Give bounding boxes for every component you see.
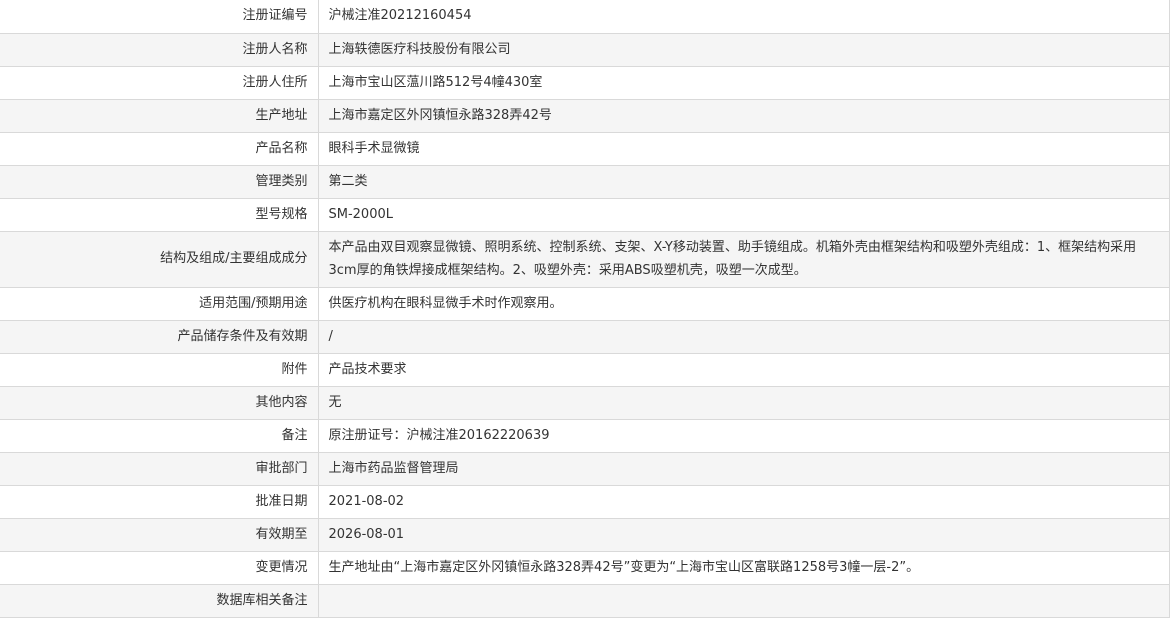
row-product-name: 产品名称 眼科手术显微镜 — [0, 132, 1170, 166]
field-value: 供医疗机构在眼科显微手术时作观察用。 — [318, 287, 1170, 321]
row-intended-use: 适用范围/预期用途 供医疗机构在眼科显微手术时作观察用。 — [0, 287, 1170, 321]
row-database-remark: 数据库相关备注 — [0, 584, 1170, 618]
field-label: 附件 — [0, 353, 319, 387]
row-registrant-address: 注册人住所 上海市宝山区蕰川路512号4幢430室 — [0, 66, 1170, 100]
field-label: 结构及组成/主要组成成分 — [0, 231, 319, 288]
field-label: 适用范围/预期用途 — [0, 287, 319, 321]
field-label: 管理类别 — [0, 165, 319, 199]
field-value: 本产品由双目观察显微镜、照明系统、控制系统、支架、X-Y移动装置、助手镜组成。机… — [318, 231, 1170, 288]
row-registrant-name: 注册人名称 上海轶德医疗科技股份有限公司 — [0, 33, 1170, 67]
field-label: 注册人名称 — [0, 33, 319, 67]
field-label: 型号规格 — [0, 198, 319, 232]
row-attachment: 附件 产品技术要求 — [0, 353, 1170, 387]
field-value — [318, 584, 1170, 618]
row-production-address: 生产地址 上海市嘉定区外冈镇恒永路328弄42号 — [0, 99, 1170, 133]
row-registration-number: 注册证编号 沪械注准20212160454 — [0, 0, 1170, 34]
row-change-history: 变更情况 生产地址由“上海市嘉定区外冈镇恒永路328弄42号”变更为“上海市宝山… — [0, 551, 1170, 585]
field-label: 其他内容 — [0, 386, 319, 420]
field-value: 上海轶德医疗科技股份有限公司 — [318, 33, 1170, 67]
row-model-spec: 型号规格 SM-2000L — [0, 198, 1170, 232]
field-value: / — [318, 320, 1170, 354]
field-value: 沪械注准20212160454 — [318, 0, 1170, 34]
field-value: 上海市嘉定区外冈镇恒永路328弄42号 — [318, 99, 1170, 133]
field-label: 产品名称 — [0, 132, 319, 166]
field-value: 原注册证号：沪械注准20162220639 — [318, 419, 1170, 453]
row-approval-department: 审批部门 上海市药品监督管理局 — [0, 452, 1170, 486]
field-value: 第二类 — [318, 165, 1170, 199]
field-label: 备注 — [0, 419, 319, 453]
field-label: 有效期至 — [0, 518, 319, 552]
field-value: 生产地址由“上海市嘉定区外冈镇恒永路328弄42号”变更为“上海市宝山区富联路1… — [318, 551, 1170, 585]
field-label: 数据库相关备注 — [0, 584, 319, 618]
field-label: 变更情况 — [0, 551, 319, 585]
field-value: 2026-08-01 — [318, 518, 1170, 552]
field-label: 审批部门 — [0, 452, 319, 486]
row-other-content: 其他内容 无 — [0, 386, 1170, 420]
field-label: 批准日期 — [0, 485, 319, 519]
field-label: 产品储存条件及有效期 — [0, 320, 319, 354]
field-value: SM-2000L — [318, 198, 1170, 232]
row-management-category: 管理类别 第二类 — [0, 165, 1170, 199]
row-approval-date: 批准日期 2021-08-02 — [0, 485, 1170, 519]
field-value: 上海市药品监督管理局 — [318, 452, 1170, 486]
field-value: 2021-08-02 — [318, 485, 1170, 519]
registration-detail-table: 注册证编号 沪械注准20212160454 注册人名称 上海轶德医疗科技股份有限… — [0, 0, 1170, 618]
field-value: 眼科手术显微镜 — [318, 132, 1170, 166]
row-valid-until: 有效期至 2026-08-01 — [0, 518, 1170, 552]
row-remark: 备注 原注册证号：沪械注准20162220639 — [0, 419, 1170, 453]
field-label: 注册人住所 — [0, 66, 319, 100]
row-storage-validity: 产品储存条件及有效期 / — [0, 320, 1170, 354]
row-structure-composition: 结构及组成/主要组成成分 本产品由双目观察显微镜、照明系统、控制系统、支架、X-… — [0, 231, 1170, 288]
field-value: 无 — [318, 386, 1170, 420]
field-label: 注册证编号 — [0, 0, 319, 34]
field-value: 产品技术要求 — [318, 353, 1170, 387]
field-label: 生产地址 — [0, 99, 319, 133]
field-value: 上海市宝山区蕰川路512号4幢430室 — [318, 66, 1170, 100]
